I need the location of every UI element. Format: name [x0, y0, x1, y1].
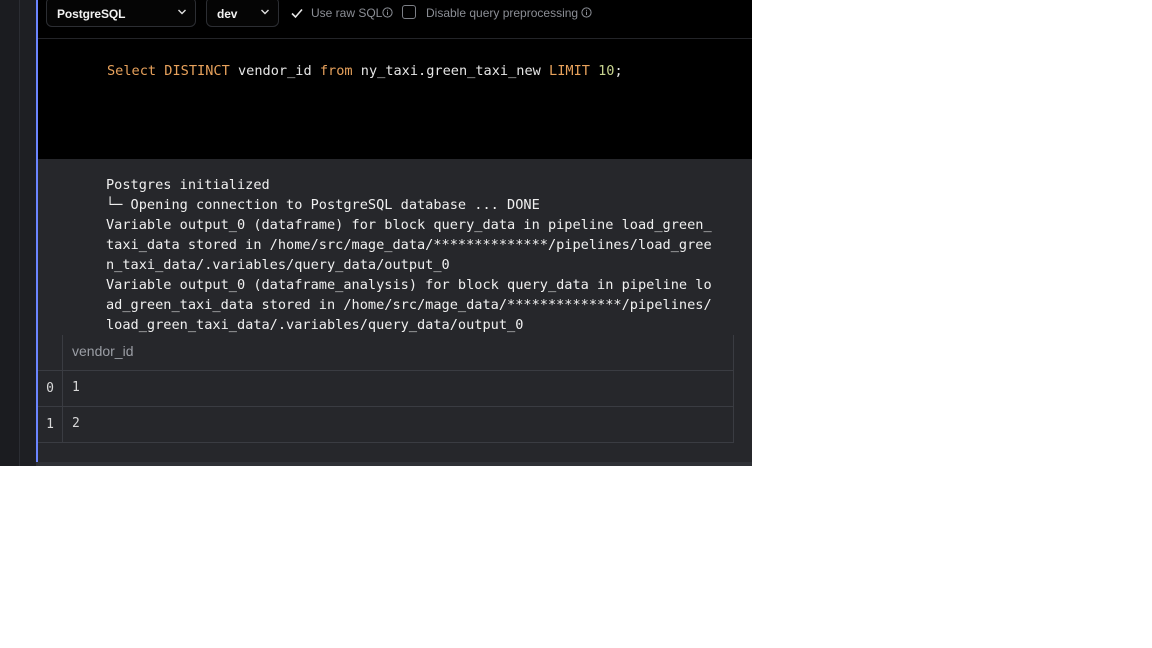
- output-log: Postgres initialized └─ Opening connecti…: [106, 177, 712, 333]
- disable-preprocessing-checkbox[interactable]: [402, 5, 416, 19]
- left-gutter: [0, 0, 19, 466]
- use-raw-sql-label[interactable]: Use raw SQL: [311, 6, 382, 20]
- table-header-row: vendor_id: [38, 335, 734, 371]
- env-select-label: dev: [217, 7, 238, 21]
- block-toolbar: PostgreSQL dev Use raw SQL Disable query…: [38, 0, 752, 39]
- row-index: 1: [38, 407, 63, 443]
- sql-number: 10: [598, 63, 615, 79]
- info-icon[interactable]: [581, 7, 592, 18]
- sql-keyword: DISTINCT: [164, 63, 230, 79]
- table-cell: 1: [72, 380, 80, 395]
- sql-block: PostgreSQL dev Use raw SQL Disable query…: [36, 0, 752, 466]
- sql-keyword: LIMIT: [549, 63, 590, 79]
- chevron-down-icon: [178, 9, 186, 15]
- column-header: vendor_id: [72, 343, 134, 359]
- table-row: 0 1: [38, 371, 734, 407]
- sql-table: ny_taxi.green_taxi_new: [360, 63, 541, 79]
- info-icon[interactable]: [382, 7, 393, 18]
- block-footer: [36, 462, 752, 466]
- table-row: 1 2: [38, 407, 734, 443]
- row-index: 0: [38, 371, 63, 407]
- notebook-panel: PostgreSQL dev Use raw SQL Disable query…: [0, 0, 752, 466]
- disable-preprocessing-label[interactable]: Disable query preprocessing: [426, 6, 578, 20]
- block-output: Postgres initialized └─ Opening connecti…: [38, 159, 752, 466]
- env-select[interactable]: dev: [206, 0, 279, 27]
- index-header: [38, 335, 63, 371]
- chevron-down-icon: [261, 9, 269, 15]
- database-select[interactable]: PostgreSQL: [46, 0, 196, 27]
- sql-column: vendor_id: [237, 63, 312, 79]
- sql-keyword: Select: [107, 63, 157, 79]
- sql-terminator: ;: [614, 63, 623, 79]
- check-icon[interactable]: [290, 6, 304, 20]
- result-table: vendor_id 0 1 1 2: [38, 335, 734, 443]
- table-cell: 2: [72, 416, 80, 431]
- sql-keyword: from: [319, 63, 353, 79]
- database-select-label: PostgreSQL: [57, 7, 126, 21]
- gutter-divider: [19, 0, 20, 466]
- code-line[interactable]: Select DISTINCT vendor_id from ny_taxi.g…: [107, 63, 623, 79]
- code-editor[interactable]: Select DISTINCT vendor_id from ny_taxi.g…: [38, 39, 752, 159]
